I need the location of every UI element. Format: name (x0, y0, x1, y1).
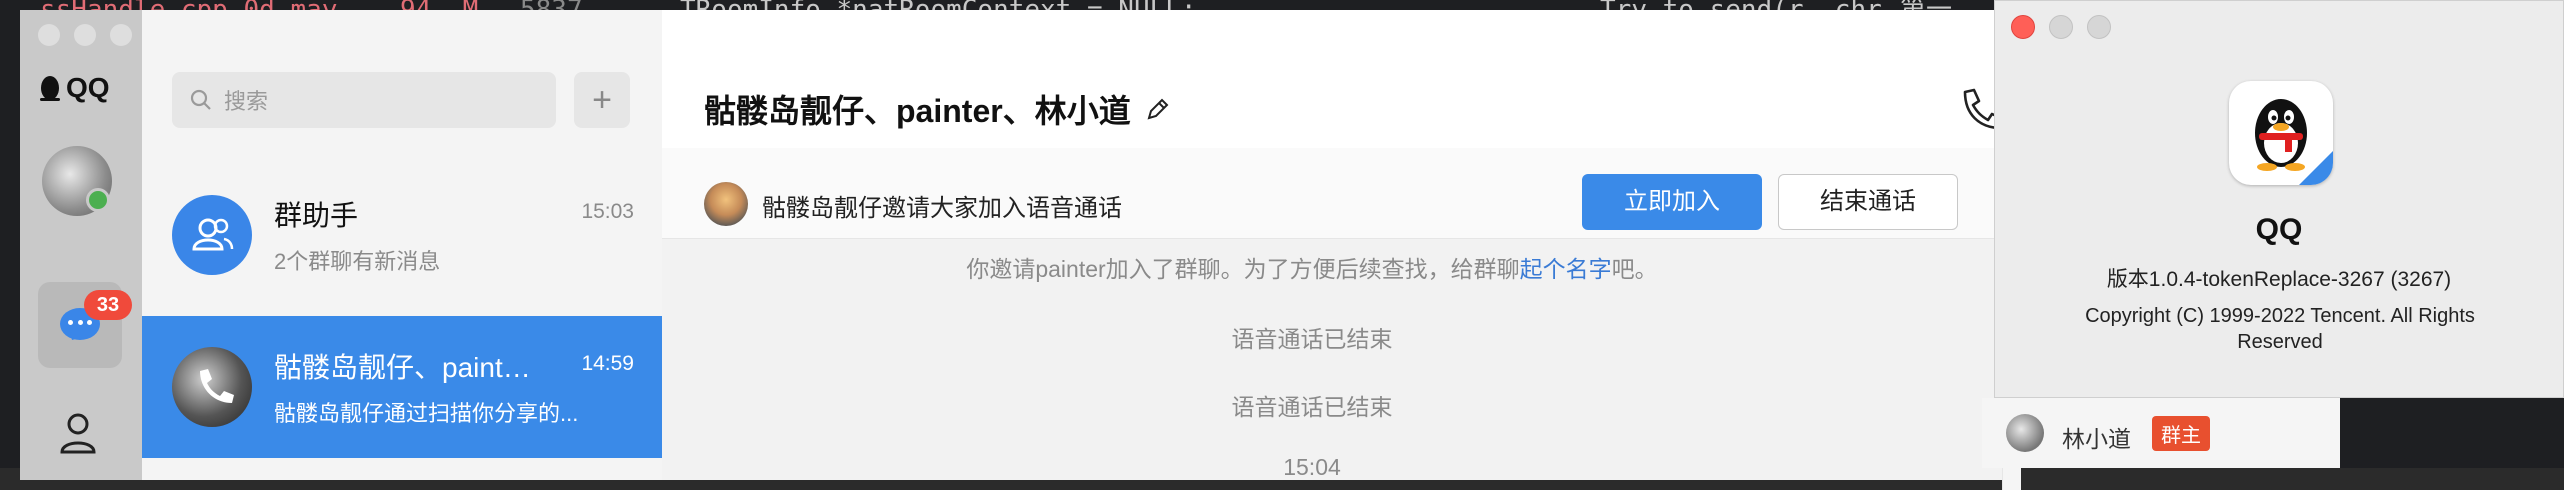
chat-title-text: 骷髅岛靓仔、painter、林小道 (704, 93, 1131, 129)
close-dialog-button[interactable] (2011, 15, 2035, 39)
conversation-time: 14:59 (581, 352, 634, 375)
qq-app-icon (2229, 81, 2333, 185)
caller-avatar (704, 182, 748, 226)
minimize-dialog-button (2049, 15, 2073, 39)
conversation-preview: 2个群聊有新消息 (274, 249, 441, 274)
left-rail: QQ 33 (20, 10, 142, 480)
conversation-list-panel: 搜索 + 群助手 15:03 2个群聊有新消息 骷髅岛靓仔、painter...… (142, 10, 662, 480)
chat-title: 骷髅岛靓仔、painter、林小道 (704, 86, 1171, 132)
search-icon (190, 89, 211, 110)
online-status-dot (86, 188, 110, 212)
search-input[interactable]: 搜索 (172, 72, 556, 128)
unread-badge: 33 (84, 290, 132, 320)
system-message-invite: 你邀请painter加入了群聊。为了方便后续查找，给群聊起个名字吧。 (762, 250, 1862, 284)
member-avatar (2006, 414, 2044, 452)
about-app-name: QQ (2255, 213, 2303, 246)
name-group-link[interactable]: 起个名字 (1520, 256, 1612, 282)
dialog-window-controls (2011, 15, 2111, 39)
background-dark-area (2340, 398, 2564, 468)
penguin-icon (40, 76, 60, 101)
search-placeholder: 搜索 (224, 89, 269, 114)
join-call-button[interactable]: 立即加入 (1582, 174, 1762, 230)
about-version: 版本1.0.4-tokenReplace-3267 (3267) (2106, 268, 2452, 291)
owner-role-tag: 群主 (2152, 416, 2210, 451)
system-message-call-ended: 语音通话已结束 (1231, 326, 1393, 352)
window-controls (38, 24, 132, 46)
system-message-call-ended: 语音通话已结束 (1231, 394, 1393, 420)
edit-pencil-icon[interactable] (1145, 96, 1171, 122)
user-avatar[interactable] (42, 146, 112, 216)
conversation-item-skull-island[interactable]: 骷髅岛靓仔、painter... 14:59 骷髅岛靓仔通过扫描你分享的... (142, 316, 662, 458)
conversation-name: 群助手 (274, 200, 359, 231)
conversation-preview: 骷髅岛靓仔通过扫描你分享的... (274, 401, 579, 426)
zoom-window-button[interactable] (110, 24, 132, 46)
qq-main-window: QQ 33 搜索 + 群助手 15:03 2个群聊有新消息 骷髅岛靓仔、pain… (20, 10, 2021, 490)
add-button[interactable]: + (574, 72, 630, 128)
about-copyright: Copyright (C) 1999-2022 Tencent. All Rig… (2085, 305, 2475, 353)
chat-header: 骷髅岛靓仔、painter、林小道 (662, 10, 2020, 148)
contacts-icon[interactable] (58, 410, 98, 454)
call-invite-message: 骷髅岛靓仔邀请大家加入语音通话 (762, 195, 1122, 222)
close-window-button[interactable] (38, 24, 60, 46)
minimize-window-button[interactable] (74, 24, 96, 46)
member-name[interactable]: 林小道 (2062, 420, 2131, 454)
phone-call-icon (200, 369, 234, 403)
invite-text-suffix: 吧。 (1611, 256, 1658, 282)
invite-text-prefix: 你邀请painter加入了群聊。为了方便后续查找，给群聊 (966, 256, 1520, 282)
qq-penguin-icon (2255, 99, 2333, 185)
end-call-button[interactable]: 结束通话 (1778, 174, 1958, 230)
group-helper-avatar (172, 195, 252, 275)
group-chat-avatar (172, 347, 252, 427)
group-icon (192, 218, 234, 251)
about-dialog: QQ 版本1.0.4-tokenReplace-3267 (3267) Copy… (1994, 0, 2564, 398)
qq-logo: QQ (38, 72, 110, 104)
conversation-item-group-helper[interactable]: 群助手 15:03 2个群聊有新消息 (142, 164, 662, 306)
zoom-dialog-button (2087, 15, 2111, 39)
conversation-time: 15:03 (581, 200, 634, 223)
voice-call-banner: 骷髅岛靓仔邀请大家加入语音通话 立即加入 结束通话 (662, 148, 2002, 239)
member-list: 林小道 群主 (1982, 398, 2340, 468)
chat-panel: 骷髅岛靓仔、painter、林小道 骷髅岛靓仔邀请大家加入语音通话 立即加入 结… (662, 10, 2021, 490)
qq-logo-text: QQ (66, 72, 110, 103)
conversation-name: 骷髅岛靓仔、painter... (274, 352, 534, 383)
chat-dots (68, 320, 92, 325)
